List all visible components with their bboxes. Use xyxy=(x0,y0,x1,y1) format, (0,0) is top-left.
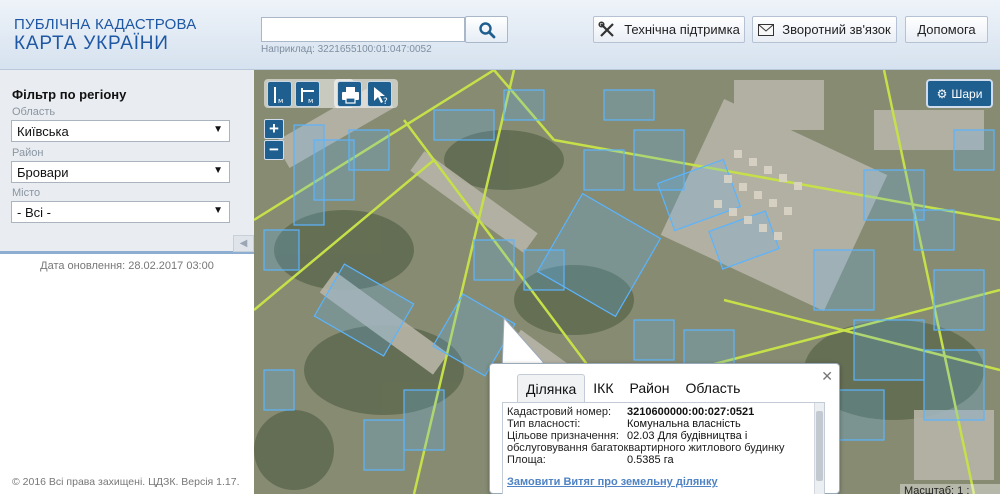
help-button-label: Допомога xyxy=(917,22,976,37)
map-scale: Масштаб: 1 : 2521 xyxy=(900,484,1000,494)
cadastral-number-value: 3210600000:00:027:0521 xyxy=(627,406,755,418)
parcel-details: Кадастровий номер: 3210600000:00:027:052… xyxy=(502,402,825,494)
popup-scrollbar[interactable] xyxy=(814,403,824,494)
dropdown-arrow-icon: ▼ xyxy=(213,165,223,176)
area-value: 0.5385 га xyxy=(627,454,674,466)
area-measure-icon: м xyxy=(301,88,314,105)
update-date: Дата оновлення: 28.02.2017 03:00 xyxy=(40,260,214,272)
purpose-value-line1: 02.03 Для будівництва і xyxy=(627,430,748,442)
city-select[interactable]: - Всі - ▼ xyxy=(11,201,230,223)
logo-line1: ПУБЛІЧНА КАДАСТРОВА xyxy=(14,16,197,33)
collapse-sidebar-button[interactable]: ◀ xyxy=(233,235,254,252)
measure-distance-button[interactable]: м xyxy=(267,81,292,107)
city-label: Місто xyxy=(12,187,41,199)
search-button[interactable] xyxy=(465,16,508,43)
layers-button-label: Шари xyxy=(951,86,983,101)
region-label: Область xyxy=(12,106,56,118)
region-filter: Фільтр по регіону Область Київська ▼ Рай… xyxy=(0,70,254,254)
dropdown-arrow-icon: ▼ xyxy=(213,205,223,216)
tab-district[interactable]: Район xyxy=(622,374,678,402)
support-button-label: Технічна підтримка xyxy=(624,22,740,37)
gear-icon: ⚙ xyxy=(936,86,948,101)
tools-icon xyxy=(598,20,614,37)
printer-icon xyxy=(342,87,359,104)
layers-button[interactable]: ⚙ Шари xyxy=(926,79,993,108)
district-select-value: Бровари xyxy=(17,165,69,180)
region-select[interactable]: Київська ▼ xyxy=(11,120,230,142)
tab-parcel[interactable]: Ділянка xyxy=(517,374,586,402)
parcel-info-popup: ✕ Ділянка ІКК Район Область Кадастровий … xyxy=(489,363,840,494)
ownership-label: Тип власності: xyxy=(507,418,581,430)
close-icon[interactable]: ✕ xyxy=(821,368,833,385)
scrollbar-thumb[interactable] xyxy=(816,411,823,481)
logo-line2: КАРТА УКРАЇНИ xyxy=(14,33,169,54)
chevron-left-icon: ◀ xyxy=(239,238,248,249)
purpose-label: Цільове призначення: xyxy=(507,430,619,442)
app-header: ПУБЛІЧНА КАДАСТРОВА КАРТА УКРАЇНИ Наприк… xyxy=(0,0,1000,70)
ownership-value: Комунальна власність xyxy=(627,418,741,430)
help-button[interactable]: Допомога xyxy=(905,16,988,43)
tab-ikk[interactable]: ІКК xyxy=(585,374,621,402)
feedback-button[interactable]: Зворотний зв'язок xyxy=(752,16,897,43)
svg-text:м: м xyxy=(308,97,313,105)
zoom-in-button[interactable]: + xyxy=(264,119,284,139)
area-label: Площа: xyxy=(507,454,546,466)
svg-text:?: ? xyxy=(383,97,388,107)
filter-title: Фільтр по регіону xyxy=(12,87,127,102)
tab-region[interactable]: Область xyxy=(678,374,749,402)
sidebar: Фільтр по регіону Область Київська ▼ Рай… xyxy=(0,70,254,494)
cadastral-number-label: Кадастровий номер: xyxy=(507,406,612,418)
zoom-out-button[interactable]: − xyxy=(264,140,284,160)
purpose-value-line2: обслуговування багатоквартирного житлово… xyxy=(507,442,785,454)
feedback-button-label: Зворотний зв'язок xyxy=(782,22,891,37)
pointer-help-icon: ? xyxy=(374,87,388,107)
search-input[interactable] xyxy=(261,17,465,42)
measure-area-button[interactable]: м xyxy=(295,81,320,107)
site-logo[interactable]: ПУБЛІЧНА КАДАСТРОВА КАРТА УКРАЇНИ xyxy=(14,16,196,54)
city-select-value: - Всі - xyxy=(17,205,51,220)
identify-button[interactable]: ? xyxy=(367,81,392,107)
district-select[interactable]: Бровари ▼ xyxy=(11,161,230,183)
dropdown-arrow-icon: ▼ xyxy=(213,124,223,135)
svg-text:м: м xyxy=(278,97,283,105)
copyright: © 2016 Всі права захищені. ЦДЗК. Версія … xyxy=(12,476,240,488)
ruler-icon: м xyxy=(274,87,283,105)
support-button[interactable]: Технічна підтримка xyxy=(593,16,745,43)
envelope-icon xyxy=(758,23,775,36)
search-hint: Наприклад: 3221655100:01:047:0052 xyxy=(261,44,432,55)
search-icon xyxy=(479,22,496,39)
popup-tabs: Ділянка ІКК Район Область xyxy=(517,374,748,402)
map-view[interactable]: м м ? + − ⚙ Шари ✕ Ділянка ІКК Район Обл… xyxy=(254,70,1000,494)
region-select-value: Київська xyxy=(17,124,69,139)
print-button[interactable] xyxy=(337,81,362,107)
district-label: Район xyxy=(12,147,44,159)
order-extract-link[interactable]: Замовити Витяг про земельну ділянку xyxy=(507,476,718,488)
